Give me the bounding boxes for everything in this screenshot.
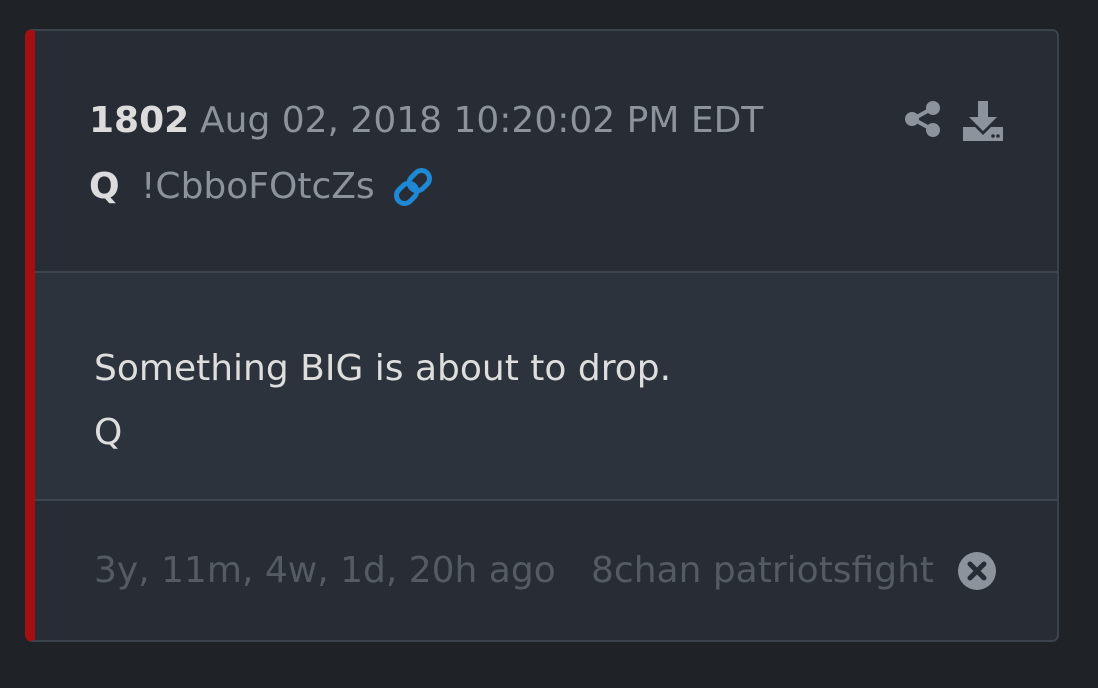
relative-time: 3y, 11m, 4w, 1d, 20h ago xyxy=(94,550,556,591)
post-signature: Q xyxy=(94,412,123,453)
post-body: Something BIG is about to drop. Q xyxy=(35,273,1057,501)
close-circle-icon[interactable] xyxy=(957,551,997,591)
post-text-line: Something BIG is about to drop. xyxy=(94,348,672,389)
link-icon[interactable] xyxy=(391,165,435,209)
post-card: 1802 Aug 02, 2018 10:20:02 PM EDT Q !Cbb… xyxy=(25,29,1059,642)
post-source: 8chan patriotsfight xyxy=(591,550,935,591)
share-icon[interactable] xyxy=(903,99,943,139)
post-date: Aug 02, 2018 10:20:02 PM EDT xyxy=(200,100,764,141)
post-number: 1802 xyxy=(89,100,190,141)
post-header: 1802 Aug 02, 2018 10:20:02 PM EDT Q !Cbb… xyxy=(35,31,1057,273)
post-author: Q xyxy=(89,166,120,207)
post-footer: 3y, 11m, 4w, 1d, 20h ago 8chan patriotsf… xyxy=(35,501,1057,640)
download-icon[interactable] xyxy=(961,99,1005,143)
post-tripcode: !CbboFOtcZs xyxy=(141,166,375,207)
